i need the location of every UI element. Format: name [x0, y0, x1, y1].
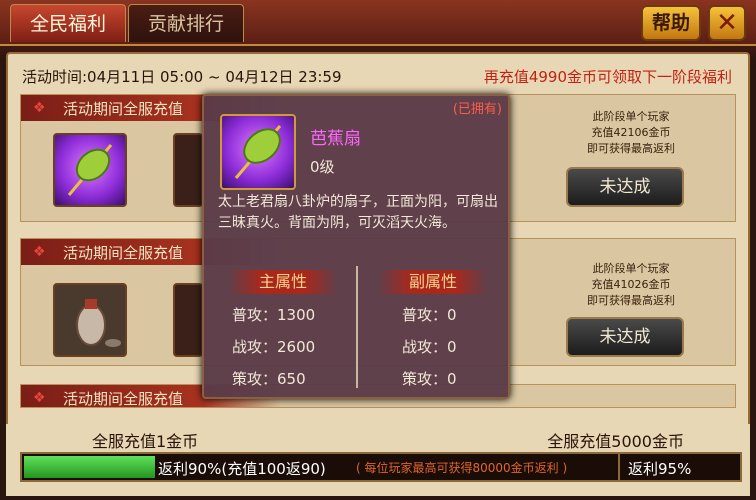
note-line: 充值41026金币 [591, 278, 671, 291]
row-note: 此阶段单个玩家 充值42106金币 即可获得最高返利 [551, 109, 711, 157]
progress-divider [618, 454, 620, 480]
progress-end-goal: 全服充值5000金币 [547, 432, 684, 451]
palm-leaf-fan-icon[interactable] [53, 133, 127, 207]
welfare-window: 全民福利 贡献排行 帮助 ✕ 活动时间:04月11日 05:00 ~ 04月12… [0, 0, 756, 500]
palm-leaf-fan-icon [220, 114, 296, 190]
close-icon[interactable]: ✕ [708, 5, 746, 41]
progress-bar: 返利90%(充值100返90) ( 每位玩家最高可获得80000金币返利 ) 返… [20, 452, 742, 482]
row-title: 活动期间全服充值 [63, 100, 184, 118]
progress-section: 全服充值1金币 全服充值5000金币 返利90%(充值100返90) ( 每位玩… [6, 424, 750, 496]
rebate-cap-note: ( 每位玩家最高可获得80000金币返利 ) [356, 461, 568, 475]
chinese-knot-icon: ❖ [33, 390, 46, 406]
current-rebate: 返利90%(充值100返90) [158, 460, 326, 478]
main-attr: 普攻：1300 [232, 306, 316, 324]
red-scroll-icon[interactable] [173, 133, 203, 207]
sub-attr-title: 副属性 [378, 270, 488, 294]
next-rebate: 返利95% [628, 460, 692, 478]
row-note: 此阶段单个玩家 充值41026金币 即可获得最高返利 [551, 261, 711, 309]
tab-contribution-ranking[interactable]: 贡献排行 [128, 4, 244, 42]
row-title: 活动期间全服充值 [63, 390, 184, 408]
note-line: 即可获得最高返利 [587, 294, 675, 307]
chinese-knot-icon: ❖ [33, 244, 46, 260]
tab-all-welfare[interactable]: 全民福利 [10, 4, 126, 42]
help-button[interactable]: 帮助 [641, 5, 701, 41]
sub-attr: 普攻：0 [402, 306, 457, 324]
main-attr: 策攻：650 [232, 370, 306, 388]
item-level: 0级 [310, 158, 335, 176]
not-achieved-button[interactable]: 未达成 [566, 167, 684, 207]
main-attr: 战攻：2600 [232, 338, 316, 356]
row-title: 活动期间全服充值 [63, 244, 184, 262]
item-description: 太上老君扇八卦炉的扇子，正面为阳，可扇出三昧真火。背面为阴，可灭滔天火海。 [218, 194, 498, 231]
progress-fill [24, 456, 155, 478]
item-tooltip: (已拥有) 芭蕉扇 0级 太上老君扇八卦炉的扇子，正面为阳，可扇出三昧真火。背面… [202, 94, 510, 399]
attr-divider [356, 266, 358, 388]
sub-attr: 战攻：0 [402, 338, 457, 356]
progress-start-goal: 全服充值1金币 [92, 432, 199, 451]
item-name: 芭蕉扇 [310, 129, 361, 149]
main-attr-title: 主属性 [228, 270, 338, 294]
owned-badge: (已拥有) [452, 102, 502, 117]
wine-vase-icon[interactable] [53, 283, 127, 357]
red-scroll-icon[interactable] [173, 283, 203, 357]
note-line: 此阶段单个玩家 [592, 262, 670, 275]
not-achieved-button[interactable]: 未达成 [566, 317, 684, 357]
note-line: 即可获得最高返利 [587, 142, 675, 155]
next-stage-hint: 再充值4990金币可领取下一阶段福利 [483, 68, 732, 86]
tab-bar: 全民福利 贡献排行 帮助 ✕ [0, 0, 756, 46]
activity-time: 活动时间:04月11日 05:00 ~ 04月12日 23:59 [22, 68, 342, 86]
note-line: 充值42106金币 [591, 126, 671, 139]
chinese-knot-icon: ❖ [33, 100, 46, 116]
activity-time-bar: 活动时间:04月11日 05:00 ~ 04月12日 23:59 再充值4990… [14, 62, 736, 88]
sub-attr: 策攻：0 [402, 370, 457, 388]
note-line: 此阶段单个玩家 [592, 110, 670, 123]
